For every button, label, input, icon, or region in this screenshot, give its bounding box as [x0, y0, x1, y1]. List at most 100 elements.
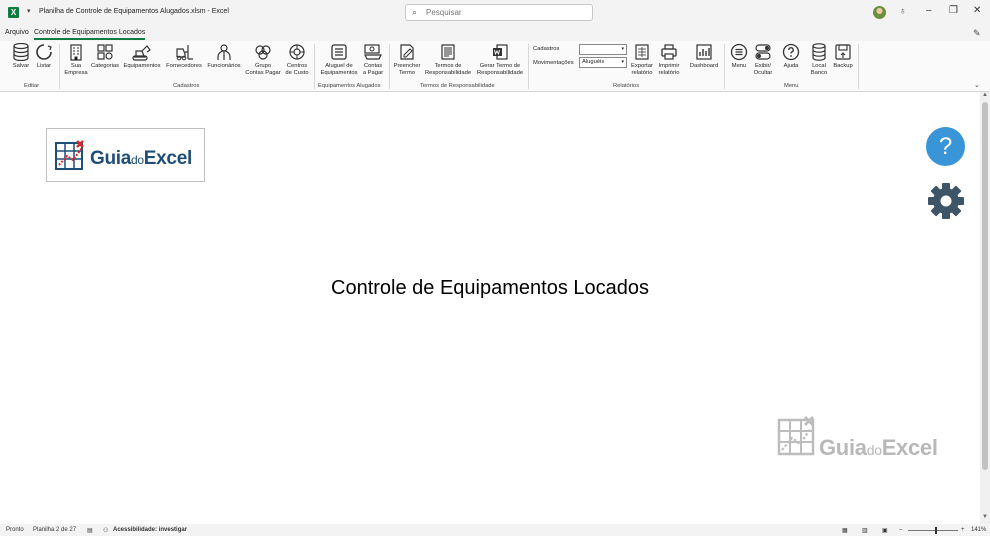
- scroll-down-icon[interactable]: ▼: [982, 514, 988, 520]
- preencher-label-1: Preencher: [393, 63, 421, 69]
- zoom-out-button[interactable]: –: [899, 527, 902, 533]
- zoom-slider[interactable]: [908, 530, 958, 531]
- gerar-label-2: Responsabilidade: [476, 70, 524, 76]
- restore-button[interactable]: ❐: [949, 5, 958, 16]
- funcionarios-button[interactable]: Funcionários: [205, 43, 243, 70]
- status-ready: Pronto: [6, 527, 24, 533]
- backup-label: Backup: [833, 63, 853, 69]
- movimentacoes-dropdown-value: Aluguéis: [582, 59, 605, 65]
- imprimir-label-2: relatório: [658, 70, 680, 76]
- listar-button[interactable]: Listar: [34, 43, 54, 70]
- fornecedores-label: Fornecedores: [166, 63, 202, 69]
- printer-icon: [661, 44, 677, 60]
- close-button[interactable]: ✕: [973, 5, 981, 16]
- salvar-label: Salvar: [12, 63, 30, 69]
- logo-text-excel: Excel: [143, 148, 192, 169]
- ribbon: Salvar Listar Editar Sua Empresa Categor…: [0, 41, 990, 92]
- ajuda-label: Ajuda: [783, 63, 799, 69]
- equipamentos-label: Equipamentos: [123, 63, 161, 69]
- page-break-view-icon[interactable]: ▣: [882, 527, 888, 534]
- menu-button[interactable]: Menu: [728, 43, 750, 70]
- edit-document-icon: [400, 44, 414, 60]
- scroll-up-icon[interactable]: ▲: [982, 92, 988, 98]
- local-banco-button[interactable]: Local Banco: [809, 43, 829, 77]
- database-icon: [13, 43, 29, 61]
- lightbulb-icon[interactable]: ♁: [899, 6, 907, 17]
- logo-text: GuiadoExcel: [90, 148, 192, 170]
- aluguel-equipamentos-button[interactable]: Aluguel de Equipamentos: [319, 43, 359, 77]
- grupo-label-2: Contas Pagar: [245, 70, 281, 76]
- excel-window: X ▾ Planilha de Controle de Equipamentos…: [0, 0, 990, 536]
- group-separator: [528, 44, 529, 89]
- status-accessibility[interactable]: Acessibilidade: investigar: [113, 527, 187, 533]
- money-cart-icon: [364, 44, 382, 60]
- help-button[interactable]: ?: [926, 127, 965, 166]
- title-bar: X ▾ Planilha de Controle de Equipamentos…: [0, 0, 990, 26]
- termos-responsabilidade-button[interactable]: Termos de Responsabilidade: [423, 43, 473, 77]
- imprimir-relatorio-button[interactable]: Imprimir relatório: [656, 43, 682, 77]
- movimentacoes-dropdown[interactable]: Aluguéis ▾: [579, 57, 627, 68]
- normal-view-icon[interactable]: ▦: [842, 527, 848, 534]
- sua-empresa-button[interactable]: Sua Empresa: [64, 43, 88, 77]
- building-icon: [70, 44, 82, 61]
- search-box[interactable]: ⌕: [405, 4, 593, 21]
- aluguel-label-2: Equipamentos: [320, 70, 358, 76]
- excel-logo-icon[interactable]: X: [8, 7, 19, 18]
- group-relatorios: Relatórios: [613, 83, 640, 89]
- preencher-termo-button[interactable]: Preencher Termo: [393, 43, 421, 77]
- scrollbar-thumb[interactable]: [982, 102, 988, 470]
- chevron-down-icon: ▾: [621, 46, 624, 52]
- ajuda-button[interactable]: Ajuda: [780, 43, 802, 70]
- group-separator: [858, 44, 859, 89]
- guia-do-excel-logo[interactable]: GuiadoExcel: [46, 128, 205, 182]
- categorias-label: Categorias: [90, 63, 120, 69]
- watermark-text: GuiadoExcel: [819, 435, 938, 461]
- grupo-contas-pagar-button[interactable]: Grupo Contas Pagar: [244, 43, 282, 77]
- aluguel-label-1: Aluguel de: [325, 63, 353, 69]
- minimize-button[interactable]: –: [926, 5, 932, 16]
- exibir-ocultar-button[interactable]: Exibir/ Ocultar: [751, 43, 775, 77]
- watermark-text-do: do: [866, 442, 882, 458]
- vertical-scrollbar[interactable]: ▲ ▼: [980, 92, 990, 524]
- menu-label: Menu: [731, 63, 747, 69]
- tab-arquivo[interactable]: Arquivo: [5, 29, 29, 36]
- salvar-button[interactable]: Salvar: [11, 43, 31, 70]
- imprimir-label-1: Imprimir: [658, 63, 680, 69]
- word-document-icon: [493, 44, 508, 60]
- zoom-in-button[interactable]: +: [961, 527, 965, 533]
- gerar-label-1: Gerar Termo de: [479, 63, 521, 69]
- zoom-slider-thumb[interactable]: [935, 527, 937, 534]
- macro-recording-icon[interactable]: ▤: [87, 527, 93, 534]
- contas-a-pagar-button[interactable]: Contas a Pagar: [361, 43, 385, 77]
- fornecedores-button[interactable]: Fornecedores: [164, 43, 204, 70]
- search-input[interactable]: [426, 8, 576, 17]
- local-label-1: Local: [812, 63, 826, 69]
- settings-gear-icon[interactable]: [927, 182, 965, 220]
- page-layout-view-icon[interactable]: ▥: [862, 527, 868, 534]
- active-tab-indicator: [34, 38, 145, 40]
- group-equipamentos-alugados: Equipamentos Alugados: [318, 83, 381, 89]
- collapse-ribbon-icon[interactable]: ⌄: [974, 81, 980, 89]
- centros-de-custo-button[interactable]: Centros de Custo: [284, 43, 310, 77]
- group-menu: Menu: [784, 83, 799, 89]
- equipamentos-button[interactable]: Equipamentos: [122, 43, 162, 70]
- pin-ribbon-icon[interactable]: ✎: [973, 28, 981, 39]
- backup-icon: [835, 44, 851, 60]
- backup-button[interactable]: Backup: [831, 43, 855, 70]
- exportar-label-1: Exportar: [631, 63, 653, 69]
- export-report-icon: [635, 44, 649, 60]
- dashboard-button[interactable]: Dashboard: [688, 43, 720, 70]
- window-title: Planilha de Controle de Equipamentos Alu…: [39, 8, 229, 15]
- categorias-button[interactable]: Categorias: [90, 43, 120, 70]
- user-avatar[interactable]: [873, 6, 886, 19]
- cadastros-dropdown[interactable]: ▾: [579, 44, 627, 55]
- gerar-termo-button[interactable]: Gerar Termo de Responsabilidade: [475, 43, 525, 77]
- quick-access-dropdown-icon[interactable]: ▾: [27, 7, 31, 15]
- exportar-relatorio-button[interactable]: Exportar relatório: [629, 43, 655, 77]
- employee-icon: [217, 44, 231, 60]
- status-bar: Pronto Planilha 2 de 27 ▤ ⚇ Acessibilida…: [0, 524, 990, 536]
- zoom-level[interactable]: 141%: [971, 527, 986, 533]
- excavator-icon: [132, 45, 151, 61]
- tab-controle-equipamentos[interactable]: Controle de Equipamentos Locados: [34, 29, 145, 36]
- dashboard-icon: [696, 44, 712, 60]
